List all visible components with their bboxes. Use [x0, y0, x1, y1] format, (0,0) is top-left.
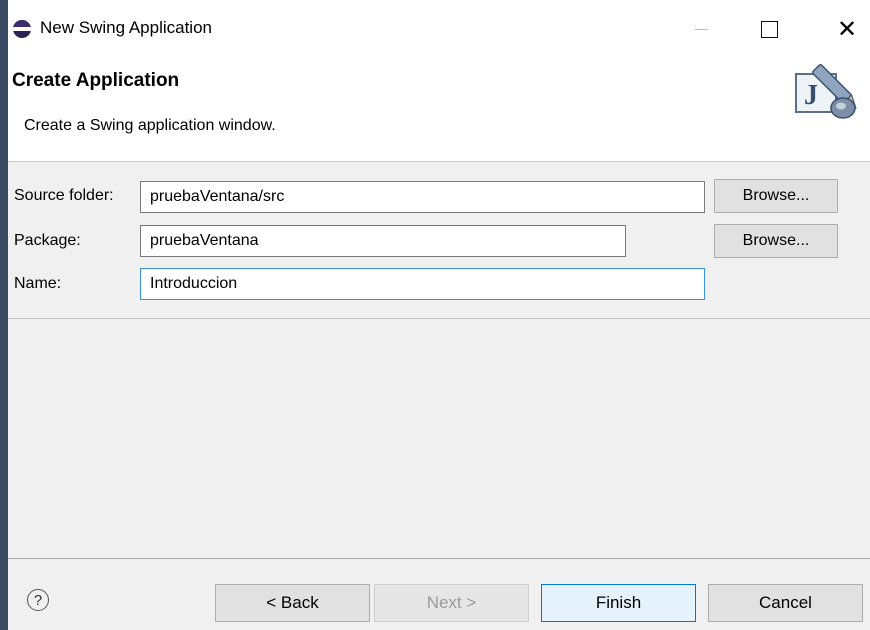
page-title: Create Application: [12, 70, 180, 91]
source-folder-browse-button[interactable]: Browse...: [714, 179, 838, 213]
new-swing-application-dialog: New Swing Application ✕ Create Applicati…: [8, 0, 870, 630]
name-label: Name:: [14, 275, 62, 292]
help-icon[interactable]: ?: [27, 589, 49, 611]
footer-separator: [8, 558, 870, 559]
title-bar[interactable]: New Swing Application ✕: [8, 0, 870, 58]
java-wizard-icon: J: [795, 64, 857, 119]
back-button[interactable]: < Back: [215, 584, 370, 622]
source-folder-field[interactable]: pruebaVentana/src: [140, 181, 705, 213]
next-button[interactable]: Next >: [374, 584, 529, 622]
finish-button[interactable]: Finish: [541, 584, 696, 622]
package-browse-button[interactable]: Browse...: [714, 224, 838, 258]
source-folder-label: Source folder:: [14, 187, 114, 204]
minimize-button[interactable]: [678, 0, 724, 58]
form-separator: [8, 318, 870, 319]
eclipse-icon: [13, 20, 31, 38]
maximize-button[interactable]: [746, 0, 792, 58]
page-description: Create a Swing application window.: [24, 117, 276, 134]
minimize-icon: [694, 28, 708, 30]
java-letter: J: [804, 80, 818, 111]
wizard-header: Create Application Create a Swing applic…: [8, 58, 870, 162]
package-field[interactable]: pruebaVentana: [140, 225, 626, 257]
cancel-button[interactable]: Cancel: [708, 584, 863, 622]
window-title: New Swing Application: [40, 18, 212, 37]
maximize-icon: [760, 20, 778, 38]
close-icon: ✕: [836, 15, 858, 43]
close-button[interactable]: ✕: [824, 0, 870, 58]
package-label: Package:: [14, 232, 81, 249]
name-field[interactable]: Introduccion: [140, 268, 705, 300]
